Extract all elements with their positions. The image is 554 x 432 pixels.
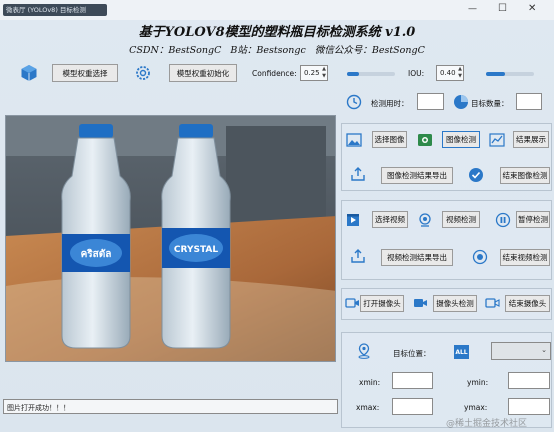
camera-detect-button[interactable]: 摄像头检测 [433, 295, 477, 312]
location-pin-icon [356, 343, 372, 359]
target-select-dropdown[interactable]: ⌄ [491, 342, 551, 360]
confidence-label: Confidence: [252, 69, 297, 78]
xmax-label: xmax: [356, 403, 380, 412]
show-result-button[interactable]: 结果展示 [513, 131, 549, 148]
detect-time-field [417, 93, 444, 110]
close-button[interactable]: ✕ [528, 3, 536, 14]
ymin-field [508, 372, 550, 389]
export-video-result-button[interactable]: 视频检测结果导出 [381, 249, 453, 266]
app-subtitle: CSDN：BestSongC B站：Bestsongc 微信公众号：BestSo… [129, 45, 425, 56]
window-title-box: 微表厅 (YOLOv8) 目标检测 [3, 4, 107, 16]
spin-arrows-icon: ▲ ▼ [458, 66, 462, 79]
ymax-label: ymax: [464, 403, 488, 412]
video-icon [345, 212, 361, 228]
iou-label: IOU: [408, 69, 425, 78]
ymin-label: ymin: [467, 378, 489, 387]
camera-record-icon [412, 296, 428, 310]
confidence-spinbox[interactable]: 0.25 ▲ ▼ [300, 65, 328, 81]
ymax-field [508, 398, 550, 415]
check-circle-icon [468, 167, 484, 183]
stop-image-detect-button[interactable]: 结束图像检测 [500, 167, 550, 184]
webcam-icon [416, 211, 434, 229]
pie-chart-icon [452, 93, 470, 111]
camera-stop-icon [484, 296, 500, 310]
upload-icon [350, 166, 366, 182]
watermark: @稀土掘金技术社区 [446, 419, 528, 429]
iou-value: 0.40 [440, 69, 456, 77]
upload-icon [350, 248, 366, 264]
video-camera-icon [344, 296, 360, 310]
model-weight-select-button[interactable]: 模型权重选择 [52, 64, 118, 82]
all-badge-text: ALL [455, 348, 468, 356]
xmax-field [392, 398, 433, 415]
select-image-button[interactable]: 选择图像 [372, 131, 407, 148]
image-icon [345, 132, 363, 148]
confidence-value: 0.25 [304, 69, 320, 77]
iou-spinbox[interactable]: 0.40 ▲ ▼ [436, 65, 464, 81]
title-bar: 微表厅 (YOLOv8) 目标检测 — ☐ ✕ [0, 0, 554, 20]
target-position-label: 目标位置： [393, 349, 431, 358]
target-count-label: 目标数量： [471, 99, 509, 108]
pause-circle-icon [494, 211, 512, 229]
image-preview: คริสตัล CRYSTAL [5, 115, 336, 362]
right-bottle-label: CRYSTAL [174, 245, 218, 255]
image-detect-button[interactable]: 图像检测 [442, 131, 480, 148]
image-detect-icon [416, 131, 434, 149]
spin-arrows-icon: ▲ ▼ [322, 66, 326, 79]
xmin-field [392, 372, 433, 389]
window-title: 微表厅 (YOLOv8) 目标检测 [6, 6, 86, 14]
confidence-slider[interactable] [347, 72, 395, 76]
all-badge: ALL [454, 345, 469, 359]
export-image-result-button[interactable]: 图像检测结果导出 [381, 167, 453, 184]
open-camera-button[interactable]: 打开摄像头 [360, 295, 404, 312]
detect-time-label: 检测用时： [371, 99, 409, 108]
video-detect-button[interactable]: 视频检测 [442, 211, 480, 228]
timer-icon [345, 93, 363, 111]
stop-circle-icon [472, 249, 488, 265]
maximize-button[interactable]: ☐ [498, 3, 507, 14]
settings-gear-icon[interactable] [134, 64, 152, 82]
bottle-photo: คริสตัล CRYSTAL [6, 116, 335, 361]
xmin-label: xmin: [359, 378, 381, 387]
select-video-button[interactable]: 选择视频 [372, 211, 408, 228]
app-title: 基于YOLOV8模型的塑料瓶目标检测系统 v1.0 [138, 25, 416, 40]
status-text: 图片打开成功！！！ [7, 404, 70, 412]
chevron-down-icon: ⌄ [541, 346, 547, 354]
minimize-button[interactable]: — [468, 4, 477, 14]
stop-video-detect-button[interactable]: 结束视频检测 [500, 249, 550, 266]
cube-icon [19, 63, 39, 83]
line-chart-icon [488, 132, 506, 148]
target-count-field [516, 93, 542, 110]
pause-detect-button[interactable]: 暂停检测 [516, 211, 550, 228]
model-weight-init-button[interactable]: 模型权重初始化 [169, 64, 237, 82]
app-window: 微表厅 (YOLOv8) 目标检测 — ☐ ✕ 基于YOLOV8模型的塑料瓶目标… [0, 0, 554, 432]
status-bar: 图片打开成功！！！ [3, 399, 338, 414]
left-bottle-label: คริสตัล [81, 248, 112, 260]
confidence-slider-fill [347, 72, 359, 76]
stop-camera-button[interactable]: 结束摄像头 [505, 295, 550, 312]
iou-slider[interactable] [486, 72, 534, 76]
iou-slider-fill [486, 72, 506, 76]
